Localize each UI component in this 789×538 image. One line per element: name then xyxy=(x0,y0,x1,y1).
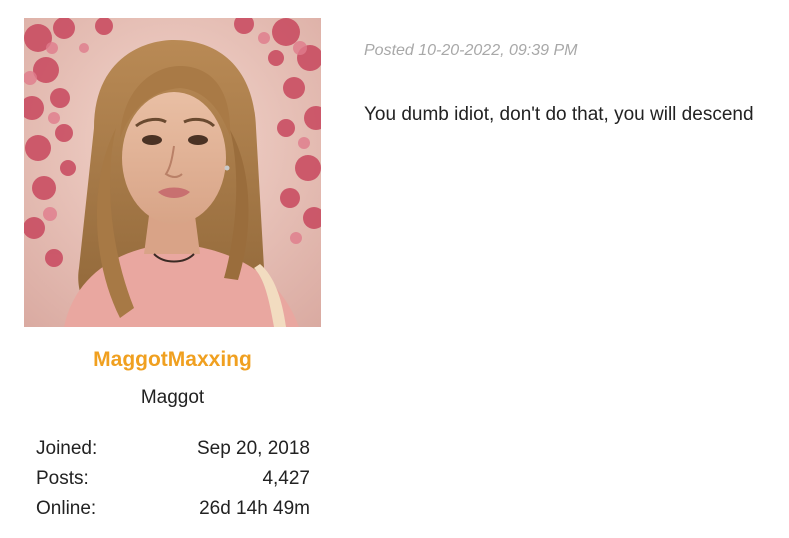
username-link[interactable]: MaggotMaxxing xyxy=(24,348,321,372)
stat-label: Posts: xyxy=(36,468,89,489)
stat-value: 26d 14h 49m xyxy=(199,498,310,519)
avatar[interactable] xyxy=(24,18,321,327)
stat-label: Joined: xyxy=(36,438,98,459)
stat-joined: Joined: Sep 20, 2018 xyxy=(36,437,310,467)
stat-online: Online: 26d 14h 49m xyxy=(36,497,310,527)
stat-value: Sep 20, 2018 xyxy=(196,438,310,459)
avatar-image xyxy=(24,18,321,327)
stat-label: Online: xyxy=(36,498,97,519)
post-message: You dumb idiot, don't do that, you will … xyxy=(364,104,754,125)
user-panel: MaggotMaxxing Maggot Joined: Sep 20, 201… xyxy=(0,0,346,538)
stat-value: 4,427 xyxy=(262,468,310,489)
post-body: Posted 10-20-2022, 09:39 PM You dumb idi… xyxy=(364,0,784,538)
forum-post: MaggotMaxxing Maggot Joined: Sep 20, 201… xyxy=(0,0,789,538)
stat-posts: Posts: 4,427 xyxy=(36,467,310,497)
post-date: Posted 10-20-2022, 09:39 PM xyxy=(364,42,578,59)
user-stats: Joined: Sep 20, 2018 Posts: 4,427 Online… xyxy=(36,437,310,527)
user-title: Maggot xyxy=(140,387,205,408)
